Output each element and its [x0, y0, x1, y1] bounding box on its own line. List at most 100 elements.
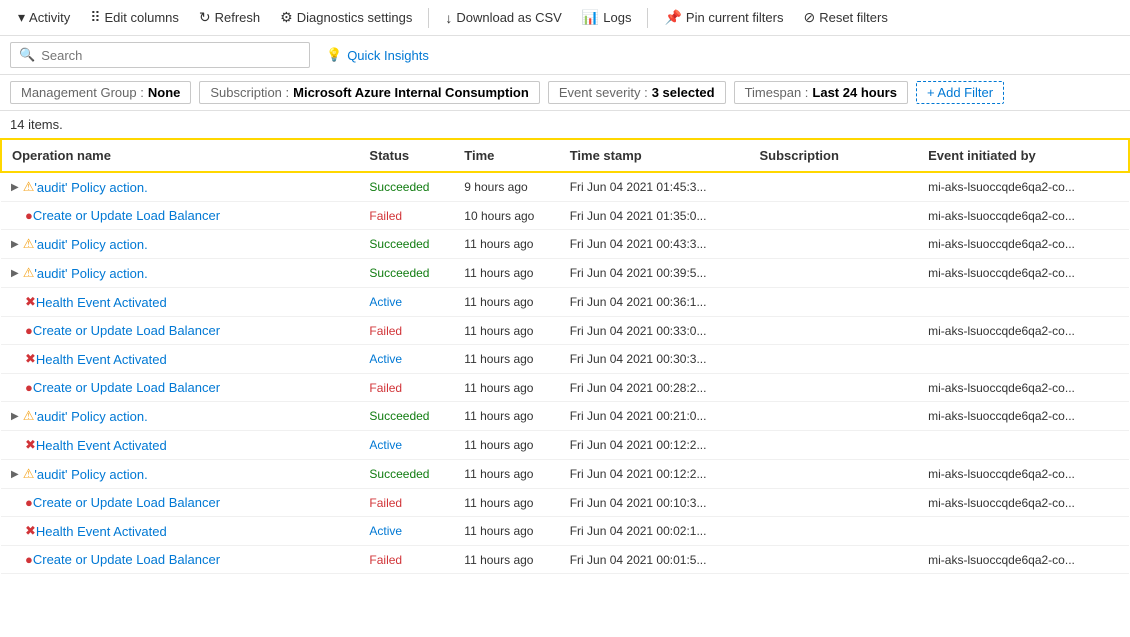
error-icon: ●	[25, 323, 33, 338]
diagnostics-icon: ⚙	[280, 9, 293, 26]
cell-initiated-by	[918, 517, 1129, 546]
col-header-operation[interactable]: Operation name	[1, 139, 359, 172]
event-severity-filter[interactable]: Event severity : 3 selected	[548, 81, 726, 104]
table-row[interactable]: ▶⚠ 'audit' Policy action.Succeeded9 hour…	[1, 172, 1129, 202]
download-label: Download as CSV	[456, 10, 562, 25]
cell-timestamp: Fri Jun 04 2021 01:35:0...	[560, 202, 750, 230]
reset-filters-button[interactable]: ⊘ Reset filters	[795, 5, 895, 30]
operation-name-text: Create or Update Load Balancer	[33, 552, 220, 567]
refresh-button[interactable]: ↻ Refresh	[191, 5, 268, 30]
expand-button[interactable]: ▶	[11, 268, 19, 279]
warning-icon: ⚠	[23, 408, 35, 424]
cell-time: 11 hours ago	[454, 460, 559, 489]
table-row[interactable]: ✖ Health Event ActivatedActive11 hours a…	[1, 517, 1129, 546]
filters-bar: Management Group : None Subscription : M…	[0, 75, 1130, 111]
search-input-wrap[interactable]: 🔍	[10, 42, 310, 68]
add-filter-button[interactable]: + Add Filter	[916, 81, 1004, 104]
quick-insights-label: Quick Insights	[347, 48, 429, 63]
cell-status: Failed	[359, 489, 454, 517]
cell-subscription	[749, 431, 918, 460]
diagnostics-label: Diagnostics settings	[297, 10, 413, 25]
error-icon: ●	[25, 380, 33, 395]
table-row[interactable]: ● Create or Update Load BalancerFailed11…	[1, 374, 1129, 402]
refresh-label: Refresh	[215, 10, 261, 25]
cell-operation: ● Create or Update Load Balancer	[1, 317, 359, 345]
expand-button[interactable]: ▶	[11, 411, 19, 422]
cell-initiated-by: mi-aks-lsuoccqde6qa2-co...	[918, 374, 1129, 402]
expand-button[interactable]: ▶	[11, 182, 19, 193]
cell-timestamp: Fri Jun 04 2021 00:02:1...	[560, 517, 750, 546]
edit-columns-button[interactable]: ⠿ Edit columns	[82, 5, 187, 30]
quick-insights-button[interactable]: 💡 Quick Insights	[326, 47, 429, 63]
col-header-status[interactable]: Status	[359, 139, 454, 172]
cell-initiated-by: mi-aks-lsuoccqde6qa2-co...	[918, 259, 1129, 288]
table-row[interactable]: ▶⚠ 'audit' Policy action.Succeeded11 hou…	[1, 259, 1129, 288]
operation-name-text: Health Event Activated	[36, 295, 167, 310]
separator-2	[647, 8, 648, 28]
cell-time: 11 hours ago	[454, 288, 559, 317]
operation-name-text: Health Event Activated	[36, 352, 167, 367]
activity-button[interactable]: ▾ Activity	[10, 5, 78, 30]
col-header-time[interactable]: Time	[454, 139, 559, 172]
cell-initiated-by: mi-aks-lsuoccqde6qa2-co...	[918, 172, 1129, 202]
col-header-timestamp[interactable]: Time stamp	[560, 139, 750, 172]
search-input[interactable]	[41, 48, 301, 63]
cell-operation: ● Create or Update Load Balancer	[1, 374, 359, 402]
cell-status: Failed	[359, 317, 454, 345]
pin-filters-label: Pin current filters	[686, 10, 784, 25]
cell-time: 10 hours ago	[454, 202, 559, 230]
cell-time: 11 hours ago	[454, 374, 559, 402]
table-row[interactable]: ● Create or Update Load BalancerFailed11…	[1, 489, 1129, 517]
expand-button[interactable]: ▶	[11, 239, 19, 250]
timespan-value: Last 24 hours	[812, 85, 897, 100]
cell-status: Failed	[359, 546, 454, 574]
operation-name-text: Create or Update Load Balancer	[33, 323, 220, 338]
cell-time: 11 hours ago	[454, 546, 559, 574]
table-row[interactable]: ✖ Health Event ActivatedActive11 hours a…	[1, 431, 1129, 460]
cell-subscription	[749, 460, 918, 489]
toolbar: ▾ Activity ⠿ Edit columns ↻ Refresh ⚙ Di…	[0, 0, 1130, 36]
cell-subscription	[749, 317, 918, 345]
operation-name-text: Create or Update Load Balancer	[33, 495, 220, 510]
download-button[interactable]: ↓ Download as CSV	[437, 6, 570, 30]
timespan-filter[interactable]: Timespan : Last 24 hours	[734, 81, 908, 104]
table-row[interactable]: ▶⚠ 'audit' Policy action.Succeeded11 hou…	[1, 230, 1129, 259]
activity-table: Operation name Status Time Time stamp Su…	[0, 138, 1130, 574]
table-row[interactable]: ▶⚠ 'audit' Policy action.Succeeded11 hou…	[1, 460, 1129, 489]
filter-icon: ⊘	[803, 9, 815, 26]
col-header-initiated[interactable]: Event initiated by	[918, 139, 1129, 172]
expand-button[interactable]: ▶	[11, 469, 19, 480]
cell-initiated-by: mi-aks-lsuoccqde6qa2-co...	[918, 202, 1129, 230]
search-icon: 🔍	[19, 47, 35, 63]
cell-timestamp: Fri Jun 04 2021 00:12:2...	[560, 431, 750, 460]
cell-time: 11 hours ago	[454, 345, 559, 374]
pin-filters-button[interactable]: 📌 Pin current filters	[656, 5, 791, 30]
operation-name-text: Health Event Activated	[36, 524, 167, 539]
cell-initiated-by: mi-aks-lsuoccqde6qa2-co...	[918, 402, 1129, 431]
table-row[interactable]: ● Create or Update Load BalancerFailed10…	[1, 202, 1129, 230]
cell-status: Active	[359, 345, 454, 374]
timespan-label: Timespan :	[745, 85, 809, 100]
table-row[interactable]: ▶⚠ 'audit' Policy action.Succeeded11 hou…	[1, 402, 1129, 431]
cell-operation: ✖ Health Event Activated	[1, 345, 359, 374]
cell-subscription	[749, 288, 918, 317]
table-row[interactable]: ● Create or Update Load BalancerFailed11…	[1, 546, 1129, 574]
management-group-label: Management Group :	[21, 85, 144, 100]
operation-name-text: 'audit' Policy action.	[34, 237, 147, 252]
cell-operation: ▶⚠ 'audit' Policy action.	[1, 460, 359, 489]
logs-icon: 📊	[582, 9, 599, 26]
cell-status: Failed	[359, 202, 454, 230]
table-row[interactable]: ✖ Health Event ActivatedActive11 hours a…	[1, 288, 1129, 317]
subscription-filter[interactable]: Subscription : Microsoft Azure Internal …	[199, 81, 539, 104]
table-row[interactable]: ● Create or Update Load BalancerFailed11…	[1, 317, 1129, 345]
col-header-subscription[interactable]: Subscription	[749, 139, 918, 172]
cell-status: Failed	[359, 374, 454, 402]
diagnostics-button[interactable]: ⚙ Diagnostics settings	[272, 5, 420, 30]
refresh-icon: ↻	[199, 9, 211, 26]
table-row[interactable]: ✖ Health Event ActivatedActive11 hours a…	[1, 345, 1129, 374]
subscription-label: Subscription :	[210, 85, 289, 100]
download-icon: ↓	[445, 10, 452, 26]
cell-operation: ✖ Health Event Activated	[1, 431, 359, 460]
logs-button[interactable]: 📊 Logs	[574, 5, 640, 30]
management-group-filter[interactable]: Management Group : None	[10, 81, 191, 104]
